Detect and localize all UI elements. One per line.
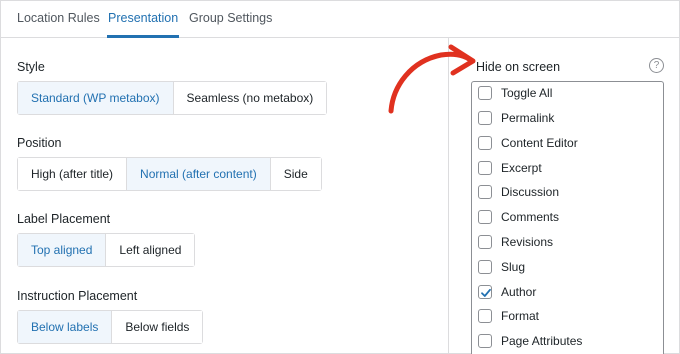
checkbox-item-author[interactable]: Author bbox=[478, 282, 536, 302]
tab-location-rules[interactable]: Location Rules bbox=[17, 1, 100, 37]
position-button-group: High (after title) Normal (after content… bbox=[17, 157, 322, 191]
label-left-aligned-button[interactable]: Left aligned bbox=[106, 234, 195, 266]
hide-on-screen-title: Hide on screen bbox=[476, 60, 561, 74]
checkbox-label: Toggle All bbox=[501, 86, 553, 100]
style-button-group: Standard (WP metabox) Seamless (no metab… bbox=[17, 81, 328, 115]
question-mark-circle-icon[interactable]: ? bbox=[649, 58, 664, 73]
checkbox-label: Revisions bbox=[501, 235, 554, 249]
checkbox[interactable] bbox=[478, 210, 492, 224]
checkbox[interactable] bbox=[478, 111, 492, 125]
tab-presentation[interactable]: Presentation bbox=[106, 1, 180, 38]
label-placement-label: Label Placement bbox=[17, 212, 111, 226]
checkbox-item-discussion[interactable]: Discussion bbox=[478, 182, 559, 202]
checkbox-item-permalink[interactable]: Permalink bbox=[478, 108, 554, 128]
checkbox-item-page-attributes[interactable]: Page Attributes bbox=[478, 331, 582, 351]
checkbox-item-content-editor[interactable]: Content Editor bbox=[478, 133, 578, 153]
checkbox-label: Discussion bbox=[501, 185, 560, 199]
column-divider bbox=[448, 38, 449, 354]
presentation-settings: Style Standard (WP metabox) Seamless (no… bbox=[1, 38, 448, 354]
checkbox[interactable] bbox=[478, 235, 492, 249]
checkbox-label: Format bbox=[501, 309, 540, 323]
style-standard-button[interactable]: Standard (WP metabox) bbox=[18, 82, 174, 114]
checkbox-label: Excerpt bbox=[501, 161, 542, 175]
checkbox-label: Permalink bbox=[501, 111, 555, 125]
checkbox-checked[interactable] bbox=[478, 285, 492, 299]
settings-panel: Location Rules Presentation Group Settin… bbox=[0, 0, 680, 354]
checkbox[interactable] bbox=[478, 86, 492, 100]
instruction-below-labels-button[interactable]: Below labels bbox=[18, 311, 113, 343]
checkbox-item-slug[interactable]: Slug bbox=[478, 257, 525, 277]
checkbox-item-format[interactable]: Format bbox=[478, 306, 539, 326]
position-label: Position bbox=[17, 136, 62, 150]
hide-on-screen-list: Toggle All Permalink Content Editor Exce… bbox=[471, 81, 664, 354]
checkbox[interactable] bbox=[478, 136, 492, 150]
checkbox-label: Content Editor bbox=[501, 136, 578, 150]
label-placement-button-group: Top aligned Left aligned bbox=[17, 233, 196, 267]
checkbox-item-revisions[interactable]: Revisions bbox=[478, 232, 553, 252]
checkbox-item-toggle-all[interactable]: Toggle All bbox=[478, 83, 552, 103]
instruction-placement-label: Instruction Placement bbox=[17, 289, 138, 303]
checkbox-label: Comments bbox=[501, 210, 560, 224]
checkmark-icon bbox=[481, 288, 491, 297]
label-top-aligned-button[interactable]: Top aligned bbox=[18, 234, 107, 266]
checkbox[interactable] bbox=[478, 309, 492, 323]
checkbox[interactable] bbox=[478, 161, 492, 175]
position-high-button[interactable]: High (after title) bbox=[18, 158, 128, 190]
checkbox-item-excerpt[interactable]: Excerpt bbox=[478, 158, 542, 178]
checkbox[interactable] bbox=[478, 185, 492, 199]
position-normal-button[interactable]: Normal (after content) bbox=[127, 158, 271, 190]
style-seamless-button[interactable]: Seamless (no metabox) bbox=[173, 82, 327, 114]
style-label: Style bbox=[17, 60, 45, 74]
instruction-placement-button-group: Below labels Below fields bbox=[17, 310, 204, 344]
instruction-below-fields-button[interactable]: Below fields bbox=[112, 311, 203, 343]
checkbox-label: Page Attributes bbox=[501, 334, 583, 348]
checkbox-item-comments[interactable]: Comments bbox=[478, 207, 559, 227]
checkbox[interactable] bbox=[478, 260, 492, 274]
checkbox-label: Author bbox=[501, 285, 537, 299]
checkbox[interactable] bbox=[478, 334, 492, 348]
position-side-button[interactable]: Side bbox=[270, 158, 321, 190]
tab-group-settings[interactable]: Group Settings bbox=[189, 1, 272, 37]
checkbox-label: Slug bbox=[501, 260, 526, 274]
tab-bar: Location Rules Presentation Group Settin… bbox=[1, 1, 679, 38]
